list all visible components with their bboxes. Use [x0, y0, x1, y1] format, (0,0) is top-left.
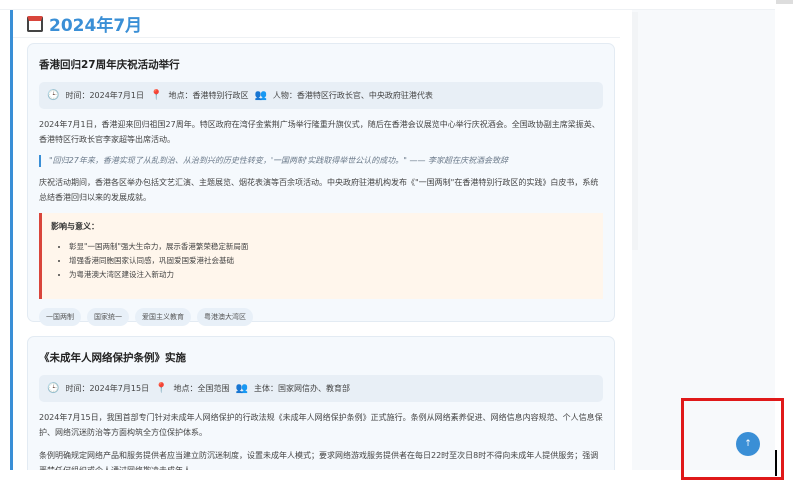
month-header: 2024年7月 — [13, 10, 620, 38]
tag-list: 一国两制 国家统一 爱国主义教育 粤港澳大湾区 — [39, 308, 603, 326]
timeline-main: 2024年7月 香港回归27周年庆祝活动举行 🕒 时间：2024年7月1日 📍 … — [10, 10, 630, 470]
event-card: 《未成年人网络保护条例》实施 🕒 时间：2024年7月15日 📍 地点：全国范围… — [27, 336, 615, 470]
impact-item: 彰显"一国两制"强大生命力，展示香港繁荣稳定新局面 — [69, 240, 594, 254]
impact-box: 影响与意义： 彰显"一国两制"强大生命力，展示香港繁荣稳定新局面 增强香港同胞国… — [39, 213, 603, 299]
event-meta: 🕒 时间：2024年7月1日 📍 地点：香港特别行政区 👥 人物：香港特区行政长… — [39, 82, 603, 109]
scrollbar[interactable] — [776, 0, 793, 4]
event-paragraph: 条例明确规定网络产品和服务提供者应当建立防沉迷制度，设置未成年人模式；要求网络游… — [39, 451, 599, 470]
event-paragraph: 2024年7月15日，我国首部专门针对未成年人网络保护的行政法规《未成年人网络保… — [39, 413, 603, 437]
tag[interactable]: 一国两制 — [39, 308, 81, 326]
people-icon: 👥 — [254, 90, 267, 101]
pin-icon: 📍 — [155, 383, 168, 394]
top-bar — [0, 0, 775, 10]
panel-divider — [632, 12, 638, 250]
tag[interactable]: 爱国主义教育 — [135, 308, 191, 326]
impact-title: 影响与意义： — [51, 222, 99, 231]
event-title: 《未成年人网络保护条例》实施 — [39, 352, 186, 364]
tag[interactable]: 粤港澳大湾区 — [197, 308, 253, 326]
back-to-top-button[interactable]: ↑ — [736, 432, 760, 456]
event-paragraph: 2024年7月1日，香港迎来回归祖国27周年。特区政府在湾仔金紫荆广场举行隆重升… — [39, 120, 600, 144]
event-quote: "回归27年来，香港实现了从乱到治、从治到兴的历史性转变，'一国两制'实践取得举… — [39, 155, 603, 167]
calendar-icon — [27, 15, 43, 32]
clock-icon: 🕒 — [47, 90, 60, 101]
event-people: 人物：香港特区行政长官、中央政府驻港代表 — [272, 91, 433, 100]
event-card: 香港回归27周年庆祝活动举行 🕒 时间：2024年7月1日 📍 地点：香港特别行… — [27, 43, 615, 326]
event-place: 地点：香港特别行政区 — [168, 91, 249, 100]
tag[interactable]: 国家统一 — [87, 308, 129, 326]
event-people: 主体：国家网信办、教育部 — [254, 384, 350, 393]
event-time: 时间：2024年7月1日 — [65, 91, 144, 100]
impact-item: 为粤港澳大湾区建设注入新动力 — [69, 268, 594, 282]
text-cursor — [775, 450, 777, 476]
month-title: 2024年7月 — [49, 16, 143, 36]
event-time: 时间：2024年7月15日 — [65, 384, 150, 393]
pin-icon: 📍 — [150, 90, 163, 101]
event-place: 地点：全国范围 — [173, 384, 230, 393]
impact-item: 增强香港同胞国家认同感，巩固爱国爱港社会基础 — [69, 254, 594, 268]
event-meta: 🕒 时间：2024年7月15日 📍 地点：全国范围 👥 主体：国家网信办、教育部 — [39, 375, 603, 402]
event-paragraph: 庆祝活动期间，香港各区举办包括文艺汇演、主题展览、烟花表演等百余项活动。中央政府… — [39, 178, 599, 202]
event-title: 香港回归27周年庆祝活动举行 — [39, 59, 180, 71]
people-icon: 👥 — [235, 383, 248, 394]
highlight-box — [681, 398, 784, 480]
clock-icon: 🕒 — [47, 383, 60, 394]
